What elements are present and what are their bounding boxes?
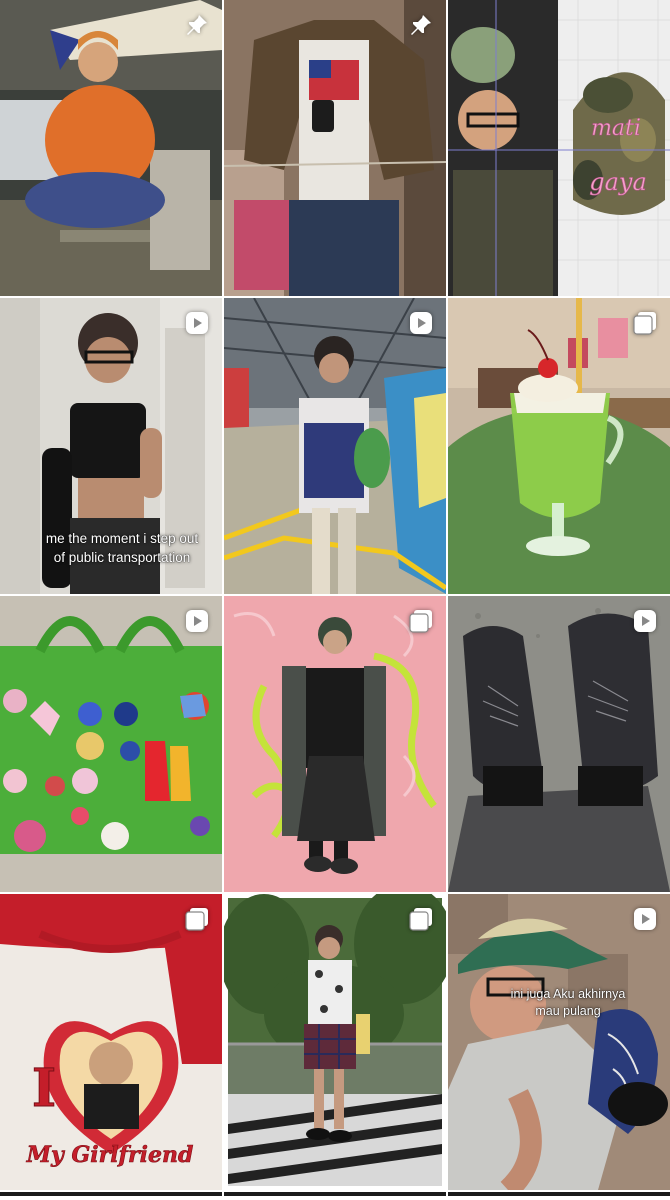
post-3-image: mati gaya [448, 0, 670, 296]
post-tile-5[interactable] [224, 298, 446, 594]
next-row-strip [448, 1192, 670, 1196]
pin-icon [408, 12, 434, 38]
post-tile-8[interactable] [224, 596, 446, 892]
post-tile-4[interactable]: me the moment i step out of public trans… [0, 298, 222, 594]
tee-lettering-my-girlfriend: My Girlfriend [26, 1142, 194, 1168]
post-9-image [448, 596, 670, 892]
profile-posts-grid: mati gaya me the moment i step out of pu… [0, 0, 670, 1200]
next-row-strip [224, 1192, 446, 1196]
post-1-image [0, 0, 222, 296]
reel-icon [184, 310, 210, 336]
next-row-strip [0, 1192, 222, 1196]
pin-icon [184, 12, 210, 38]
post-11-image [224, 894, 446, 1190]
reel-icon [632, 906, 658, 932]
post-tile-6[interactable] [448, 298, 670, 594]
post-tile-3[interactable]: mati gaya [448, 0, 670, 296]
post-7-image [0, 596, 222, 892]
post-8-image [224, 596, 446, 892]
post-10-image: I My Girlfriend [0, 894, 222, 1190]
post-tile-12[interactable]: ini juga Aku akhirnya mau pulang [448, 894, 670, 1190]
reel-caption: me the moment i step out of public trans… [45, 531, 199, 565]
carousel-icon [184, 906, 210, 932]
post-5-image [224, 298, 446, 594]
cap-lettering-gaya: gaya [589, 168, 647, 196]
carousel-icon [408, 608, 434, 634]
reel-icon [408, 310, 434, 336]
post-12-image [448, 894, 670, 1190]
post-tile-1[interactable] [0, 0, 222, 296]
post-2-image [224, 0, 446, 296]
post-tile-9[interactable] [448, 596, 670, 892]
post-6-image [448, 298, 670, 594]
post-tile-10[interactable]: I My Girlfriend [0, 894, 222, 1190]
reel-icon [184, 608, 210, 634]
post-tile-7[interactable] [0, 596, 222, 892]
reel-caption: ini juga Aku akhirnya mau pulang [510, 987, 626, 1018]
reel-icon [632, 608, 658, 634]
cap-lettering-mati: mati [591, 116, 641, 141]
tee-lettering-i: I [32, 1058, 56, 1119]
carousel-icon [408, 906, 434, 932]
post-tile-2[interactable] [224, 0, 446, 296]
post-tile-11[interactable] [224, 894, 446, 1190]
carousel-icon [632, 310, 658, 336]
